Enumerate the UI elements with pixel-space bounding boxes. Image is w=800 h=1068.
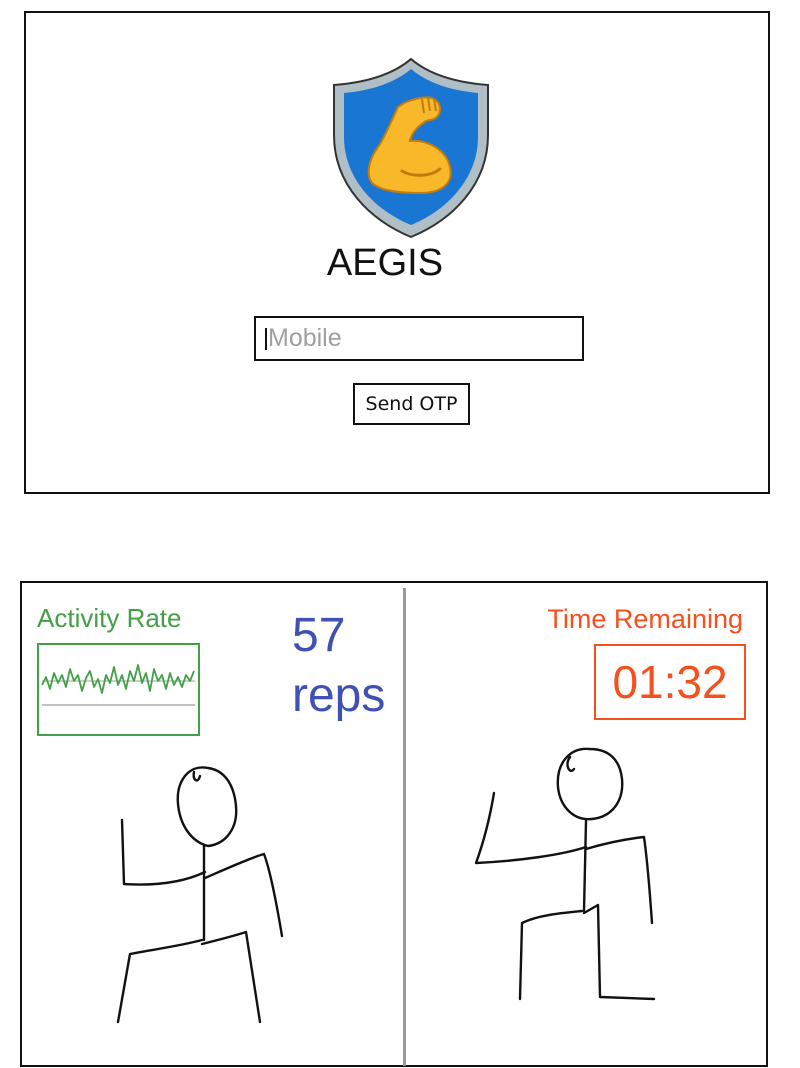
send-otp-button[interactable]: Send OTP (353, 383, 470, 425)
reps-count: 57 (292, 609, 346, 662)
activity-rate-label: Activity Rate (37, 603, 182, 633)
activity-rate-graph (37, 643, 200, 736)
text-caret (265, 327, 267, 350)
countdown-timer: 01:32 (594, 644, 746, 720)
app-logo-shield-icon (330, 55, 492, 240)
mobile-field[interactable] (254, 316, 584, 361)
app-title: AEGIS (326, 242, 444, 284)
split-divider (403, 588, 406, 1066)
mobile-input[interactable] (268, 324, 558, 353)
reps-unit-label: reps (292, 669, 386, 722)
activity-waveform (41, 664, 195, 694)
stick-figure-trainer-icon (466, 745, 662, 1007)
stick-figure-user-icon (110, 760, 300, 1030)
time-remaining-label: Time Remaining (547, 604, 743, 634)
